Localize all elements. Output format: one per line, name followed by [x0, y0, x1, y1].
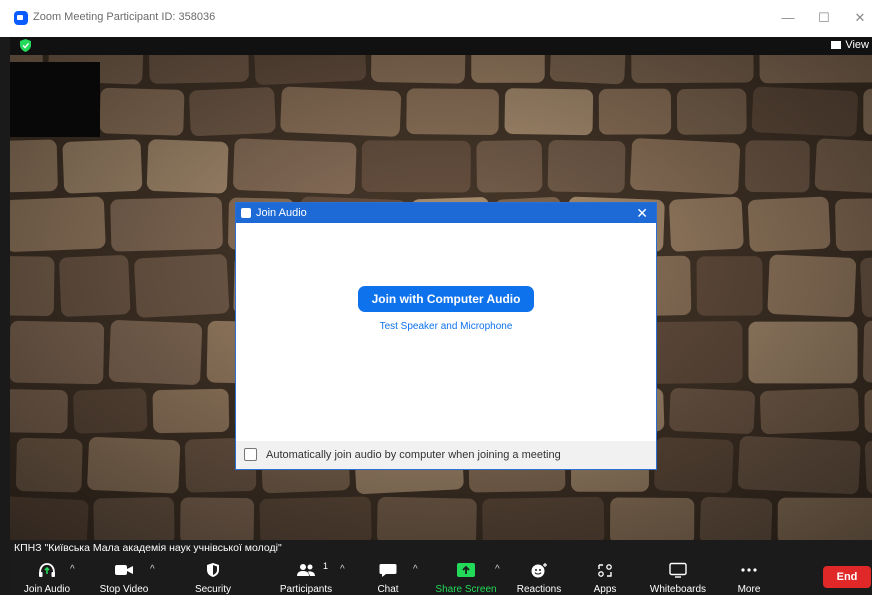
test-speaker-link[interactable]: Test Speaker and Microphone	[236, 321, 656, 332]
zoom-logo-icon	[241, 208, 251, 218]
view-button[interactable]: View	[831, 39, 869, 51]
dialog-title: Join Audio	[256, 207, 307, 219]
participants-icon	[297, 564, 315, 576]
stop-video-label: Stop Video	[99, 584, 149, 595]
share-screen-caret-icon[interactable]: ^	[495, 564, 500, 575]
share-screen-button[interactable]: Share Screen	[430, 556, 502, 595]
security-button[interactable]: Security	[178, 556, 248, 595]
auto-join-checkbox[interactable]	[244, 448, 257, 461]
chat-icon	[379, 564, 397, 577]
participants-button[interactable]: 1 Participants	[266, 556, 346, 595]
encryption-shield-icon[interactable]	[20, 39, 31, 52]
apps-icon	[598, 564, 612, 577]
headphones-icon	[39, 563, 55, 577]
view-label: View	[845, 39, 869, 51]
participant-count: 1	[323, 561, 329, 571]
stop-video-button[interactable]: Stop Video	[90, 556, 158, 595]
dialog-title-bar: Join Audio ✕	[236, 203, 656, 223]
whiteboard-icon	[669, 562, 687, 578]
whiteboards-button[interactable]: Whiteboards	[642, 556, 714, 595]
join-computer-audio-button[interactable]: Join with Computer Audio	[358, 286, 534, 312]
participants-caret-icon[interactable]: ^	[340, 564, 345, 575]
reactions-icon	[531, 563, 547, 578]
shield-icon	[207, 563, 219, 577]
video-camera-icon	[115, 565, 133, 575]
meeting-top-strip	[10, 37, 872, 55]
more-label: More	[737, 584, 761, 595]
reactions-label: Reactions	[516, 584, 562, 595]
end-meeting-button[interactable]: End	[823, 566, 871, 588]
participants-label: Participants	[279, 584, 333, 595]
reactions-button[interactable]: Reactions	[510, 556, 568, 595]
dialog-footer: Automatically join audio by computer whe…	[236, 441, 656, 469]
stop-video-caret-icon[interactable]: ^	[150, 564, 155, 575]
security-label: Security	[194, 584, 232, 595]
window-title: Zoom Meeting Participant ID: 358036	[33, 11, 216, 23]
meeting-toolbar: Join Audio ^ Stop Video ^ Security 1 Par…	[10, 556, 872, 595]
apps-button[interactable]: Apps	[575, 556, 635, 595]
share-screen-icon	[457, 563, 475, 577]
whiteboards-label: Whiteboards	[649, 584, 707, 595]
chat-label: Chat	[377, 584, 399, 595]
minimize-button[interactable]: —	[778, 8, 798, 28]
more-icon	[741, 568, 757, 572]
participant-name-label: КПНЗ "Київська Мала академія наук учнівс…	[10, 540, 872, 556]
close-window-button[interactable]: ✕	[850, 8, 870, 28]
join-audio-dialog: Join Audio ✕ Join with Computer Audio Te…	[236, 203, 656, 469]
auto-join-label[interactable]: Automatically join audio by computer whe…	[266, 449, 561, 461]
dialog-close-icon[interactable]: ✕	[636, 205, 648, 221]
zoom-logo-icon	[14, 11, 28, 25]
join-audio-caret-icon[interactable]: ^	[70, 564, 75, 575]
join-audio-label: Join Audio	[23, 584, 71, 595]
grid-view-icon	[831, 41, 842, 49]
chat-button[interactable]: Chat	[358, 556, 418, 595]
apps-label: Apps	[593, 584, 617, 595]
window-title-bar: Zoom Meeting Participant ID: 358036 — ☐ …	[0, 0, 872, 37]
maximize-button[interactable]: ☐	[814, 8, 834, 28]
chat-caret-icon[interactable]: ^	[413, 564, 418, 575]
share-screen-label: Share Screen	[435, 584, 497, 595]
more-button[interactable]: More	[726, 556, 772, 595]
